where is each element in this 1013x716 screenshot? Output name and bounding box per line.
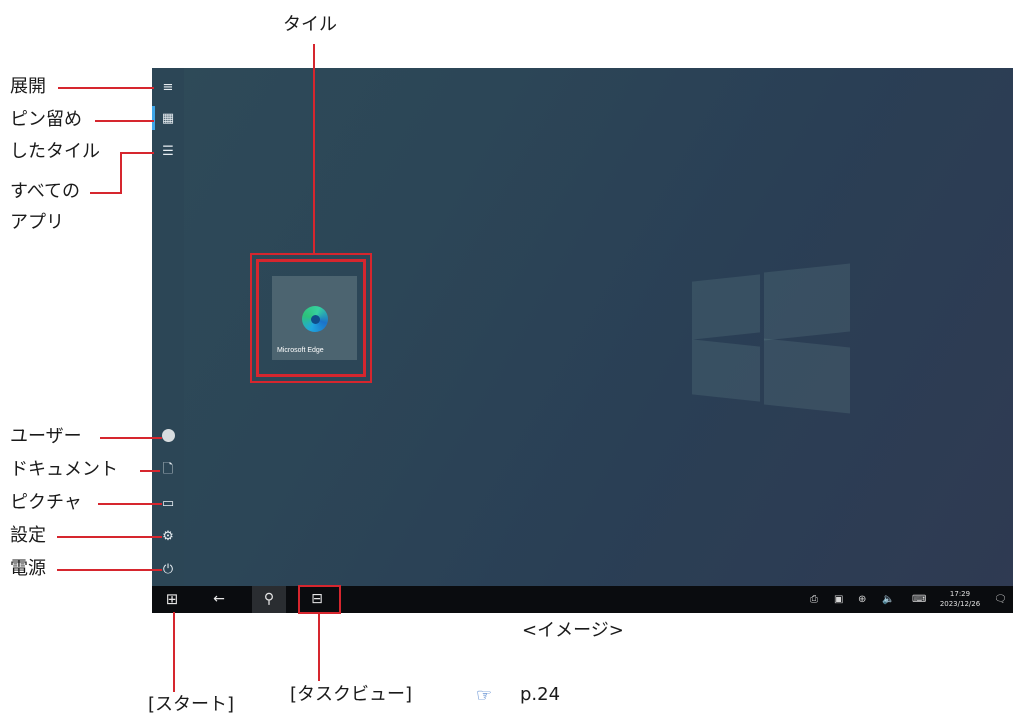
- allapps-leader-c: [90, 192, 122, 194]
- label-user: ユーザー: [10, 426, 82, 447]
- start-rail: ≡ ▦ ☰ 🗋 ▭ ⚙ ⏻: [152, 68, 184, 586]
- user-avatar-icon[interactable]: [160, 429, 176, 445]
- label-page-ref: p.24: [520, 684, 561, 705]
- documents-leader: [140, 470, 160, 472]
- label-pictures: ピクチャ: [10, 492, 82, 513]
- network-icon[interactable]: ⊕: [858, 586, 866, 613]
- rail-selected-indicator: [152, 106, 155, 130]
- image-caption: <イメージ>: [522, 620, 624, 641]
- label-allapps-2: アプリ: [10, 212, 64, 233]
- pinned-tiles-icon[interactable]: ▦: [160, 111, 176, 127]
- taskbar: ⊞ ← ⚲ ⊟ ⎙ ▣ ⊕ 🔈 ⌨ 17:29 2023/12/26 🗨: [152, 586, 1013, 613]
- keyboard-icon[interactable]: ⌨: [912, 586, 926, 613]
- document-icon[interactable]: 🗋: [160, 462, 176, 478]
- volume-icon[interactable]: 🔈: [882, 586, 894, 613]
- tile-highlight-inner: [256, 259, 366, 377]
- bg-window-pane: [692, 339, 760, 402]
- label-power: 電源: [10, 558, 46, 579]
- allapps-leader-b: [120, 152, 122, 193]
- taskview-leader: [318, 613, 320, 681]
- back-arrow-icon[interactable]: ←: [206, 586, 232, 613]
- label-settings: 設定: [10, 525, 46, 546]
- picture-icon[interactable]: ▭: [160, 496, 176, 512]
- label-start: [スタート]: [148, 694, 235, 715]
- taskview-highlight: [298, 585, 341, 614]
- meet-now-icon[interactable]: ⎙: [810, 586, 818, 613]
- settings-leader: [57, 536, 162, 538]
- windows-start-icon[interactable]: ⊞: [160, 586, 184, 613]
- clock-date: 2023/12/26: [939, 600, 981, 608]
- start-leader: [173, 612, 175, 692]
- clock[interactable]: 17:29 2023/12/26: [936, 589, 984, 609]
- allapps-leader-a: [120, 152, 154, 154]
- pinned-leader: [95, 120, 154, 122]
- notification-icon[interactable]: 🗨: [994, 586, 1007, 613]
- bg-window-pane: [692, 274, 760, 340]
- power-leader: [57, 569, 162, 571]
- label-tile: タイル: [283, 14, 337, 35]
- label-allapps-1: すべての: [10, 181, 81, 202]
- bg-window-pane: [764, 338, 850, 414]
- tile-leader: [313, 44, 315, 254]
- label-documents: ドキュメント: [10, 459, 118, 480]
- search-icon[interactable]: ⚲: [252, 586, 286, 613]
- bg-window-pane: [764, 263, 850, 341]
- clock-time: 17:29: [949, 590, 971, 598]
- all-apps-list-icon[interactable]: ☰: [160, 144, 176, 160]
- power-icon[interactable]: ⏻: [160, 562, 176, 578]
- label-pinned-1: ピン留め: [10, 109, 82, 130]
- battery-icon[interactable]: ▣: [834, 586, 843, 613]
- label-pinned-2: したタイル: [10, 141, 100, 162]
- user-leader: [100, 437, 162, 439]
- expand-leader: [58, 87, 154, 89]
- hand-pointer-icon: ☞: [476, 685, 493, 706]
- gear-icon[interactable]: ⚙: [160, 529, 176, 545]
- label-expand: 展開: [10, 76, 46, 97]
- pictures-leader: [98, 503, 162, 505]
- label-taskview: [タスクビュー]: [290, 684, 413, 705]
- hamburger-icon[interactable]: ≡: [160, 80, 176, 96]
